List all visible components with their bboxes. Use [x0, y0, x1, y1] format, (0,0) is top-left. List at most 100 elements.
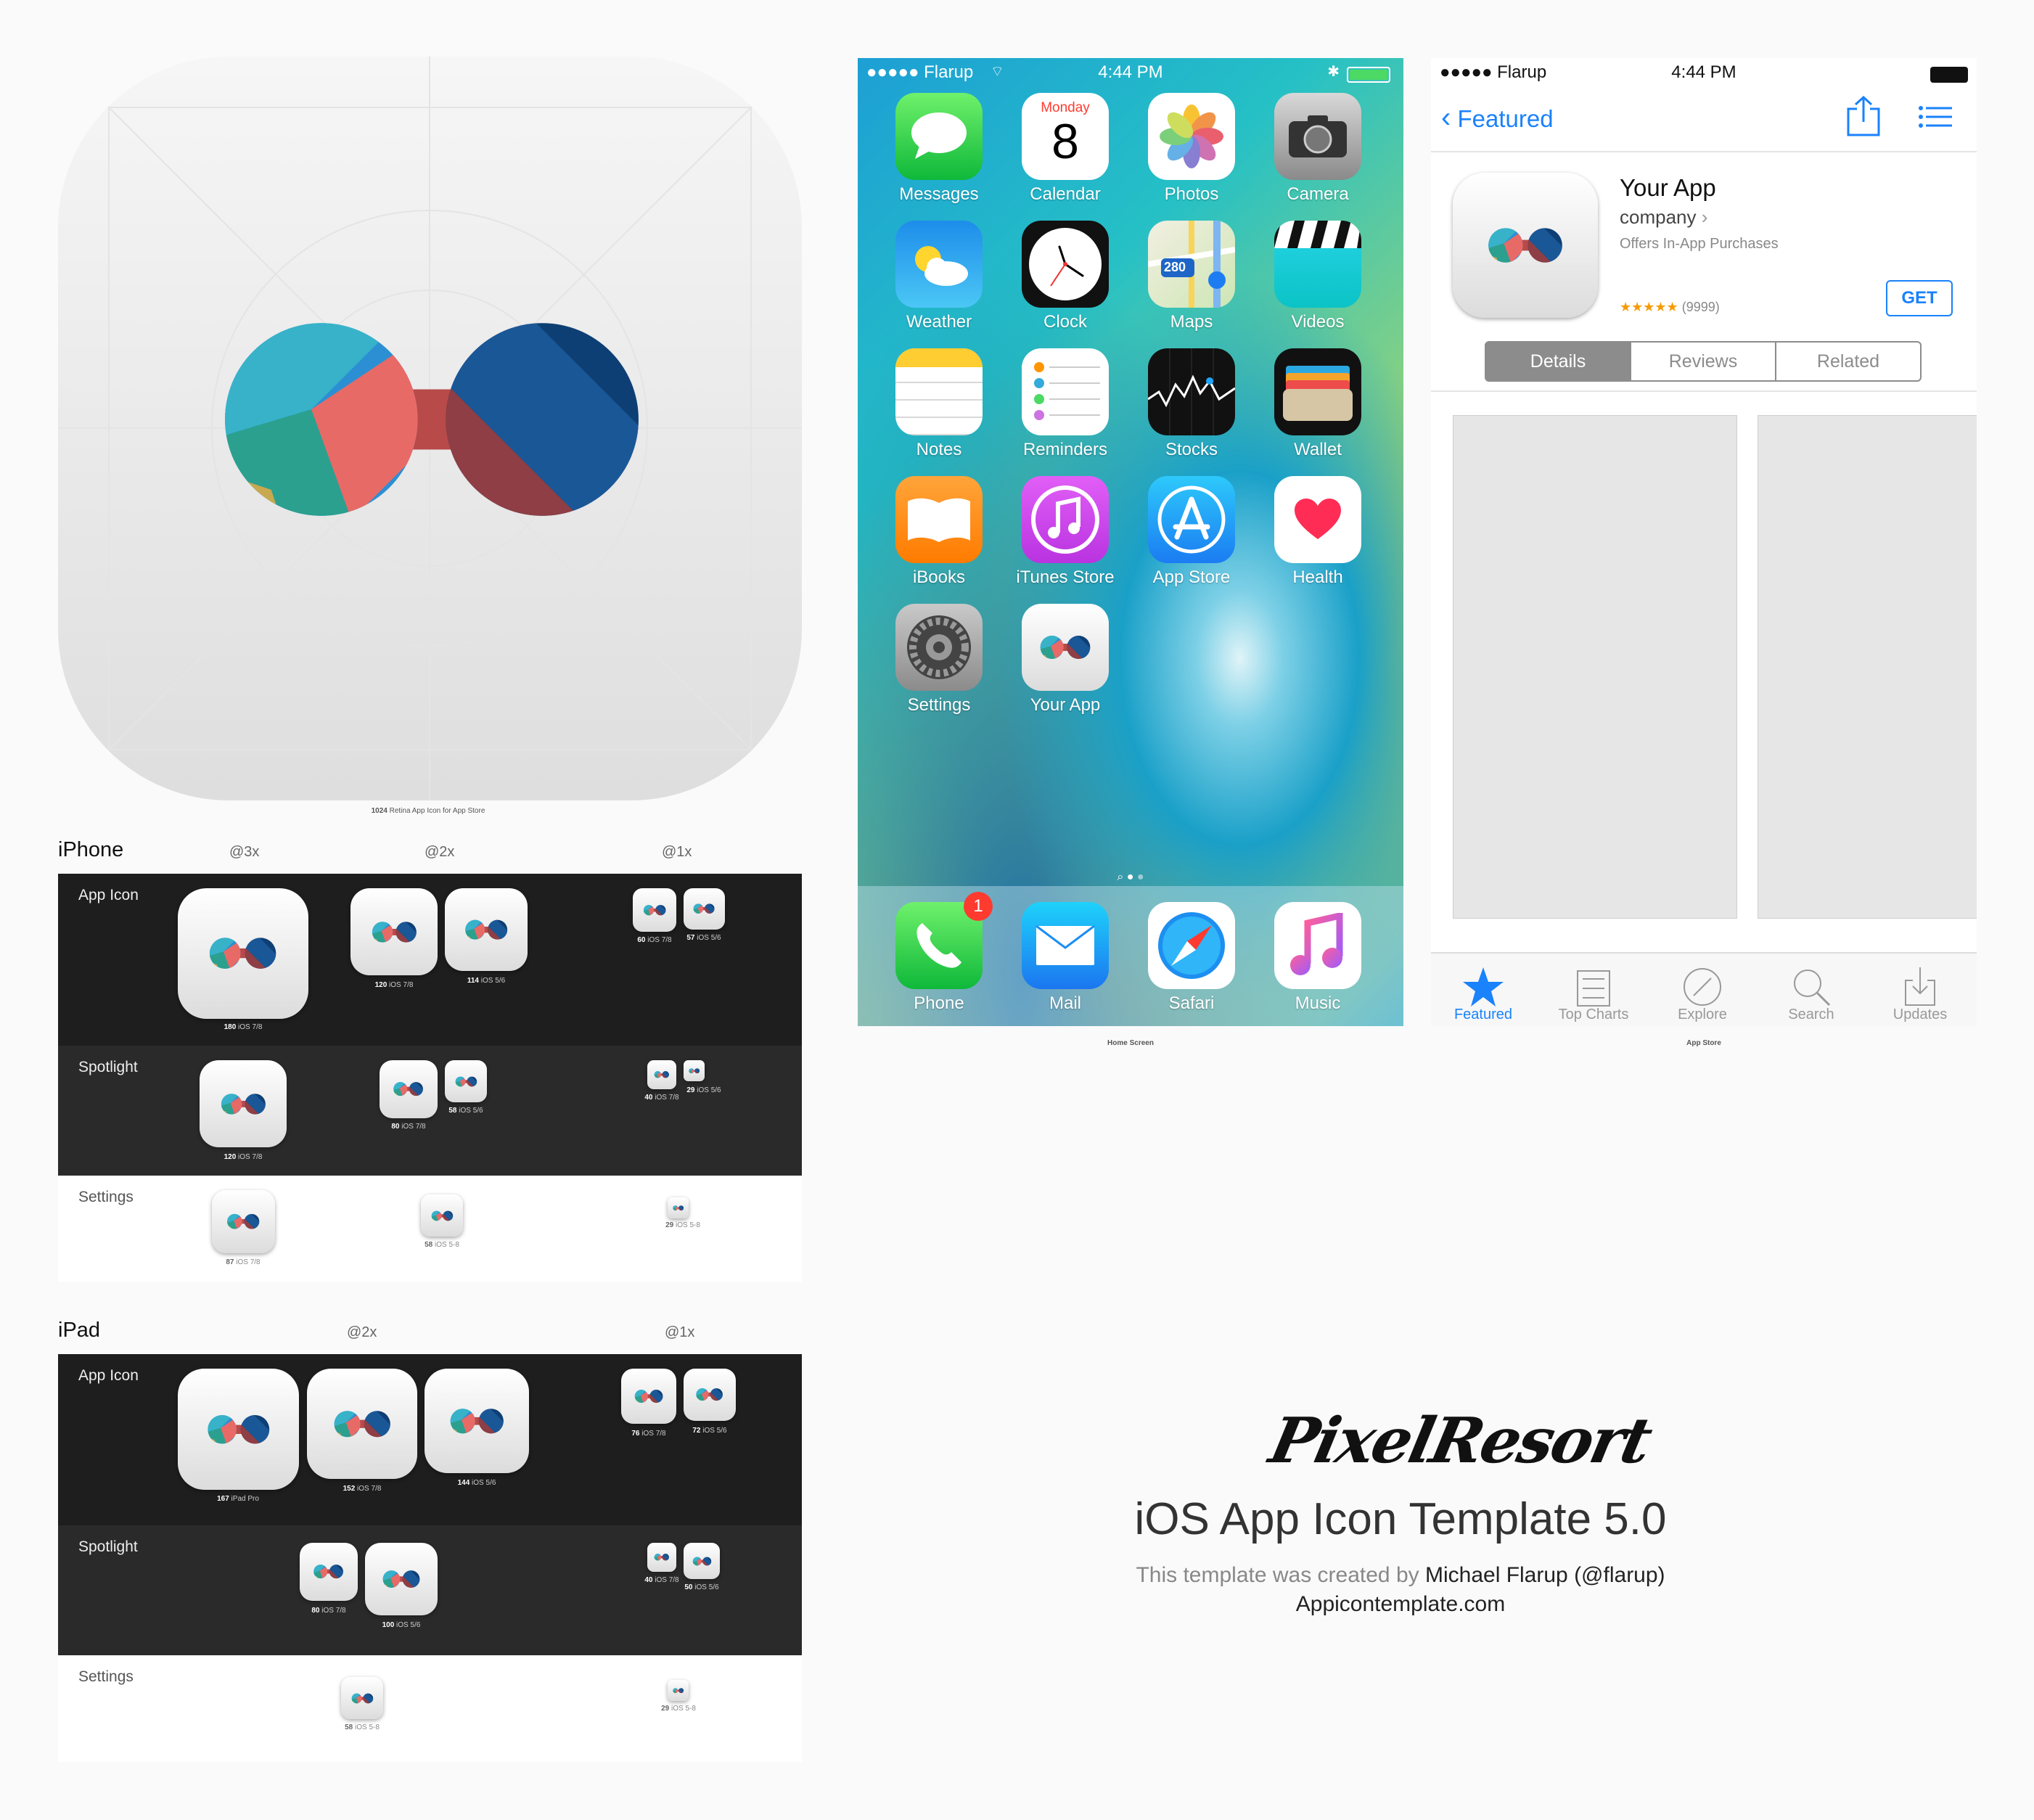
- big-icon-caption: 1024 Retina App Icon for App Store: [371, 807, 485, 815]
- tab-top-charts[interactable]: Top Charts: [1550, 962, 1637, 1023]
- app-logo: [194, 905, 291, 1001]
- bluetooth-icon: ✱: [1327, 64, 1340, 80]
- app-app-store[interactable]: App Store: [1148, 476, 1235, 588]
- app-icon-60: [633, 888, 676, 932]
- music-icon: [1274, 902, 1361, 989]
- app-label: Camera: [1287, 184, 1349, 204]
- app-logo: [671, 1683, 686, 1698]
- ipad-spotlight-icon-100: [365, 1543, 438, 1615]
- app-mail[interactable]: Mail: [1022, 902, 1109, 1014]
- iphone-col-1x: @1x: [662, 844, 692, 860]
- chevron-right-icon: ›: [1701, 206, 1708, 228]
- home-screen-caption: Home Screen: [1107, 1039, 1154, 1047]
- ipad-spotlight-row: Spotlight 80 iOS 7/8 100 iOS 5/6 40 iOS …: [58, 1525, 802, 1655]
- app-wallet[interactable]: Wallet: [1274, 348, 1361, 460]
- app-camera[interactable]: Camera: [1274, 93, 1361, 205]
- app-weather[interactable]: Weather: [895, 221, 983, 332]
- app-maps[interactable]: 280 Maps: [1148, 221, 1235, 332]
- dock: 1 Phone Mail Safari Music: [858, 886, 1403, 1026]
- company-link[interactable]: company ›: [1620, 206, 1707, 229]
- ipad-spotlight-icon-50: [684, 1543, 720, 1579]
- app-notes[interactable]: Notes: [895, 348, 983, 460]
- screenshot-placeholder[interactable]: [1453, 415, 1737, 919]
- size-label: 120 iOS 7/8: [374, 981, 414, 989]
- segment-details[interactable]: Details: [1485, 341, 1631, 382]
- app-label: Phone: [914, 993, 964, 1013]
- app-videos[interactable]: Videos: [1274, 221, 1361, 332]
- size-label: 50 iOS 5/6: [684, 1583, 719, 1591]
- size-label: 114 iOS 5/6: [467, 977, 506, 985]
- star-icon: [1440, 962, 1527, 1007]
- app-logo: [211, 1072, 276, 1136]
- app-photos[interactable]: Photos: [1148, 93, 1235, 205]
- status-bar: ●●●●● Flarup ⌔ 4:44 PM ✱: [858, 58, 1403, 87]
- weather-icon: [895, 221, 983, 308]
- search-icon: [1768, 962, 1855, 1007]
- size-label: 72 iOS 5/6: [692, 1427, 727, 1435]
- app-label: iBooks: [912, 567, 966, 587]
- app-settings[interactable]: Settings: [895, 604, 983, 716]
- app-label: Safari: [1168, 993, 1215, 1013]
- app-label: Reminders: [1022, 440, 1108, 459]
- segment-related[interactable]: Related: [1775, 341, 1922, 382]
- app-safari[interactable]: Safari: [1148, 902, 1235, 1014]
- iphone-section-title: iPhone: [58, 838, 124, 861]
- credit-name[interactable]: Michael Flarup (@flarup): [1425, 1563, 1665, 1587]
- app-logo: [362, 900, 427, 964]
- get-button[interactable]: GET: [1886, 280, 1953, 316]
- app-itunes-store[interactable]: iTunes Store: [1016, 476, 1115, 588]
- tab-explore[interactable]: Explore: [1659, 962, 1746, 1023]
- ipad-spotlight-icon-40: [647, 1543, 676, 1572]
- settings-icon-29: [668, 1197, 689, 1218]
- app-logo: [671, 1200, 686, 1216]
- ipad-icon-76: [621, 1369, 676, 1424]
- app-stocks[interactable]: Stocks: [1148, 348, 1235, 460]
- page-indicator[interactable]: ⌕ ● ●: [858, 871, 1403, 884]
- iap-note: Offers In-App Purchases: [1620, 236, 1779, 252]
- maps-icon: 280: [1148, 221, 1235, 308]
- app-reminders[interactable]: Reminders: [1022, 348, 1109, 460]
- app-icon-120: [350, 888, 438, 975]
- tab-updates[interactable]: Updates: [1877, 962, 1964, 1023]
- app-label: iTunes Store: [1016, 567, 1115, 587]
- app-phone[interactable]: 1 Phone: [895, 892, 993, 1014]
- size-label: 60 iOS 7/8: [637, 936, 672, 944]
- app-icon-57: [684, 888, 725, 930]
- app-label: Maps: [1170, 312, 1213, 332]
- app-ibooks[interactable]: iBooks: [895, 476, 983, 588]
- website-link[interactable]: Appicontemplate.com: [1074, 1592, 1727, 1617]
- app-clock[interactable]: Clock: [1022, 221, 1109, 332]
- large-app-icon: [58, 57, 802, 800]
- list-icon[interactable]: [1919, 106, 1952, 128]
- size-label: 40 iOS 7/8: [644, 1094, 679, 1102]
- app-logo: [220, 1198, 266, 1245]
- app-logo: [639, 894, 671, 926]
- spotlight-icon-80: [380, 1060, 438, 1118]
- share-icon[interactable]: [1847, 96, 1880, 136]
- app-logo: [427, 1200, 458, 1231]
- back-button[interactable]: ‹ Featured: [1441, 102, 1554, 134]
- spotlight-icon-29: [684, 1060, 705, 1081]
- segment-reviews[interactable]: Reviews: [1630, 341, 1776, 382]
- tab-label: Top Charts: [1558, 1007, 1629, 1022]
- app-logo: [689, 893, 719, 924]
- tab-label: Explore: [1678, 1007, 1727, 1022]
- app-calendar[interactable]: Monday 8 Calendar: [1022, 93, 1109, 205]
- app-your-app[interactable]: Your App: [1022, 604, 1109, 716]
- tab-featured[interactable]: Featured: [1440, 962, 1527, 1023]
- app-logo: [307, 1550, 350, 1593]
- wallet-icon: [1274, 348, 1361, 435]
- app-health[interactable]: Health: [1274, 476, 1361, 588]
- size-label: 29 iOS 5-8: [665, 1221, 700, 1229]
- credit-prefix: This template was created by: [1136, 1563, 1419, 1587]
- tab-search[interactable]: Search: [1768, 962, 1855, 1023]
- size-label: 80 iOS 7/8: [391, 1123, 426, 1131]
- status-time: 4:44 PM: [1671, 62, 1736, 82]
- app-music[interactable]: Music: [1274, 902, 1361, 1014]
- rating-count: (9999): [1681, 300, 1720, 314]
- app-messages[interactable]: Messages: [895, 93, 983, 205]
- size-label: 57 iOS 5/6: [686, 934, 721, 942]
- size-label: 58 iOS 5-8: [345, 1723, 380, 1731]
- template-title: iOS App Icon Template 5.0: [1134, 1494, 1667, 1544]
- screenshot-placeholder[interactable]: [1758, 415, 1977, 919]
